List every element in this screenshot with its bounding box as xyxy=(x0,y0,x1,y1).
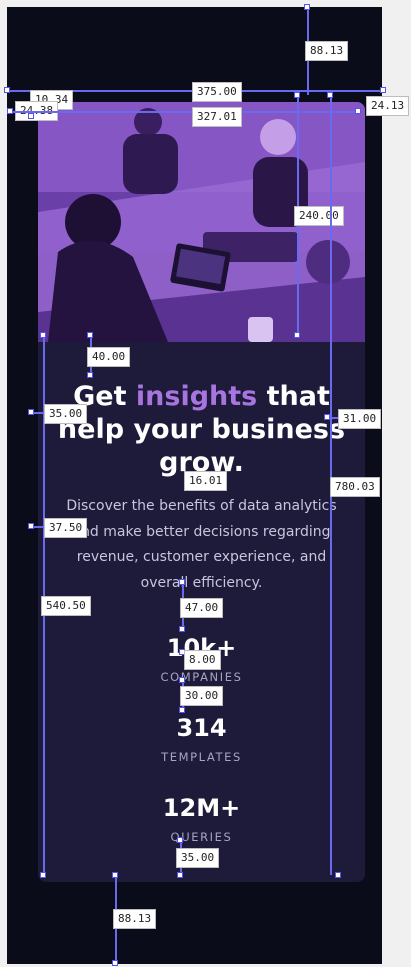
measure-label: 375.00 xyxy=(192,82,242,102)
measure-label: 24.13 xyxy=(366,96,410,116)
measure-label: 30.00 xyxy=(180,686,224,706)
stat-value: 12M+ xyxy=(162,794,241,822)
guide-handle xyxy=(335,872,341,878)
guide-handle xyxy=(87,372,93,378)
guide-handle xyxy=(112,960,118,966)
guide-handle xyxy=(179,626,185,632)
guide-line xyxy=(10,111,360,113)
guide-handle xyxy=(179,579,185,585)
measure-label: 8.00 xyxy=(184,650,221,670)
measure-label: 88.13 xyxy=(305,41,349,61)
measure-label: 16.01 xyxy=(184,471,228,491)
measure-label: 540.50 xyxy=(41,596,91,616)
stat-label: TEMPLATES xyxy=(161,750,242,764)
hero-description: Discover the benefits of data analytics … xyxy=(66,498,337,591)
stat-label: QUERIES xyxy=(170,830,233,844)
guide-handle xyxy=(179,677,185,683)
guide-handle xyxy=(4,87,10,93)
guide-handle xyxy=(179,707,185,713)
measure-label: 240.00 xyxy=(294,206,344,226)
stat-queries: 12M+ QUERIES xyxy=(38,794,365,844)
guide-handle xyxy=(177,872,183,878)
guide-handle xyxy=(40,872,46,878)
hero-headline: Get insights that help your business gro… xyxy=(57,381,346,478)
guide-handle xyxy=(355,108,361,114)
guide-handle xyxy=(324,414,330,420)
stat-templates: 314 TEMPLATES xyxy=(38,714,365,764)
guide-handle xyxy=(294,332,300,338)
measure-label: 780.03 xyxy=(330,477,380,497)
guide-handle xyxy=(327,92,333,98)
guide-handle xyxy=(28,523,34,529)
stat-value: 314 xyxy=(176,714,227,742)
stat-label: COMPANIES xyxy=(160,670,243,684)
measure-label: 37.50 xyxy=(44,518,88,538)
measure-label: 40.00 xyxy=(87,347,131,367)
measure-label: 47.00 xyxy=(180,598,224,618)
measure-label: 35.00 xyxy=(44,404,88,424)
guide-handle xyxy=(40,332,46,338)
headline-accent: insights xyxy=(135,381,258,412)
guide-handle xyxy=(112,872,118,878)
guide-handle xyxy=(28,113,34,119)
guide-handle xyxy=(177,837,183,843)
guide-handle xyxy=(28,409,34,415)
guide-handle xyxy=(87,332,93,338)
measure-label: 35.00 xyxy=(176,848,220,868)
guide-handle xyxy=(304,4,310,10)
measure-label: 88.13 xyxy=(113,909,157,929)
guide-handle xyxy=(294,92,300,98)
measure-label: 31.00 xyxy=(338,409,382,429)
guide-handle xyxy=(380,87,386,93)
guide-handle xyxy=(7,108,13,114)
measure-label: 327.01 xyxy=(192,107,242,127)
